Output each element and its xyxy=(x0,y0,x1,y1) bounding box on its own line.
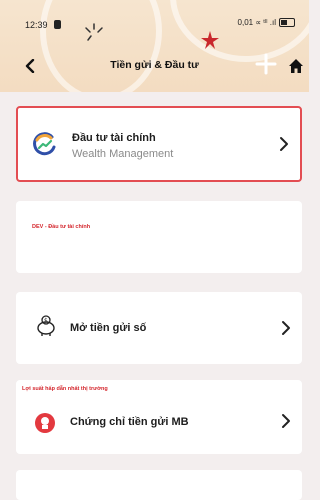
home-icon xyxy=(289,59,303,73)
add-button[interactable] xyxy=(252,50,280,78)
home-button[interactable] xyxy=(286,56,306,76)
dev-investment-card[interactable]: DEV - Đầu tư tài chính xyxy=(16,201,302,273)
certificate-card[interactable]: Lợi suất hấp dẫn nhất thị trường Chứng c… xyxy=(16,380,302,454)
piggy-bank-icon: $ xyxy=(37,315,55,336)
investment-subtitle: Wealth Management xyxy=(72,148,174,160)
battery-icon xyxy=(279,18,295,27)
notification-icon xyxy=(54,20,61,29)
savings-card[interactable]: $ Mở tiền gửi số xyxy=(16,292,302,364)
status-bar: 12:39 0,01 ∝ ᵗˡˡ .ıl xyxy=(0,0,309,40)
next-card[interactable] xyxy=(16,470,302,500)
svg-text:$: $ xyxy=(44,318,48,325)
plus-icon xyxy=(255,53,277,75)
dev-tag: DEV - Đầu tư tài chính xyxy=(32,224,91,230)
chevron-right-icon xyxy=(282,414,290,428)
nav-bar: Tiền gửi & Đầu tư xyxy=(0,50,309,82)
investment-title: Đầu tư tài chính xyxy=(72,132,156,144)
status-right-text: 0,01 ∝ ᵗˡˡ .ıl xyxy=(237,18,276,27)
chevron-right-icon xyxy=(280,137,288,151)
header: 12:39 0,01 ∝ ᵗˡˡ .ıl Tiền gửi & Đầu tư xyxy=(0,0,309,92)
savings-title: Mở tiền gửi số xyxy=(70,322,147,334)
investment-card[interactable]: Đầu tư tài chính Wealth Management xyxy=(16,106,302,182)
status-indicators: 0,01 ∝ ᵗˡˡ .ıl xyxy=(238,18,295,27)
certificate-icon xyxy=(35,413,55,433)
status-time: 12:39 xyxy=(25,20,48,30)
certificate-title: Chứng chỉ tiền gửi MB xyxy=(70,416,189,428)
chevron-right-icon xyxy=(282,321,290,335)
wealth-management-icon xyxy=(33,132,56,156)
promo-tag: Lợi suất hấp dẫn nhất thị trường xyxy=(22,386,108,392)
